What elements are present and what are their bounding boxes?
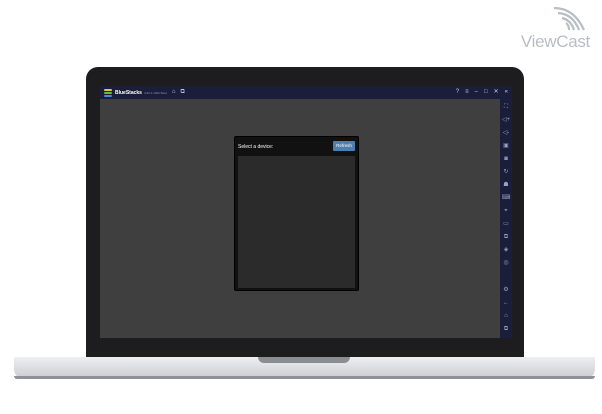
home-icon[interactable]: ⌂: [172, 86, 176, 99]
copy-icon[interactable]: ⧉: [500, 231, 512, 244]
help-icon[interactable]: ?: [456, 86, 459, 99]
volume-up-icon[interactable]: ◁+: [500, 114, 512, 127]
laptop-notch: [258, 357, 350, 363]
android-home-icon[interactable]: ⌂: [500, 310, 512, 323]
back-icon[interactable]: ←: [500, 297, 512, 310]
shake-icon[interactable]: ☗: [500, 179, 512, 192]
viewcast-logo: ViewCast: [500, 6, 596, 52]
logo-text: ViewCast: [520, 32, 590, 51]
window-controls: ? ≡ – □ ✕ «: [456, 86, 508, 99]
stage: ViewCast BlueStacks 4.60.1.1002 Beta ⌂ ⧉…: [0, 0, 602, 414]
volume-down-icon[interactable]: ◁-: [500, 127, 512, 140]
layers-icon[interactable]: ◈: [500, 244, 512, 257]
screenshot-icon[interactable]: ◙: [500, 153, 512, 166]
video-icon[interactable]: ▣: [500, 140, 512, 153]
emulator-window: BlueStacks 4.60.1.1002 Beta ⌂ ⧉ ? ≡ – □ …: [100, 86, 512, 338]
minimize-icon[interactable]: –: [475, 86, 478, 99]
maximize-icon[interactable]: □: [484, 86, 488, 99]
fullscreen-icon[interactable]: ⛶: [500, 101, 512, 114]
title-bar: BlueStacks 4.60.1.1002 Beta ⌂ ⧉ ? ≡ – □ …: [100, 86, 512, 99]
recent-apps-icon[interactable]: ⧉: [500, 323, 512, 336]
wifi-signal-icon: [553, 6, 586, 31]
bluestacks-logo-icon: [104, 88, 112, 97]
dialog-header: Select a device: Refresh: [235, 137, 358, 155]
dialog-title: Select a device:: [238, 144, 274, 150]
right-toolbar: ⛶ ◁+ ◁- ▣ ◙ ↻ ☗ ⌨ ⌖ ▭ ⧉ ◈ ◎ ⚙ ← ⌂ ⧉: [500, 99, 512, 338]
close-icon[interactable]: ✕: [494, 86, 499, 99]
app-title: BlueStacks: [115, 89, 142, 96]
laptop-base-edge: [14, 376, 595, 379]
menu-icon[interactable]: ≡: [465, 86, 469, 99]
multi-instance-icon[interactable]: ⧉: [180, 86, 184, 99]
device-list[interactable]: [238, 156, 355, 288]
select-device-dialog: Select a device: Refresh: [234, 136, 359, 291]
collapse-sidebar-icon[interactable]: «: [505, 86, 508, 99]
folder-icon[interactable]: ▭: [500, 218, 512, 231]
settings-alt-icon[interactable]: ◎: [500, 257, 512, 270]
rotate-icon[interactable]: ↻: [500, 166, 512, 179]
keyboard-icon[interactable]: ⌨: [500, 192, 512, 205]
refresh-button[interactable]: Refresh: [333, 141, 355, 151]
location-icon[interactable]: ⌖: [500, 205, 512, 218]
app-version: 4.60.1.1002 Beta: [143, 90, 167, 95]
gear-icon[interactable]: ⚙: [500, 284, 512, 297]
